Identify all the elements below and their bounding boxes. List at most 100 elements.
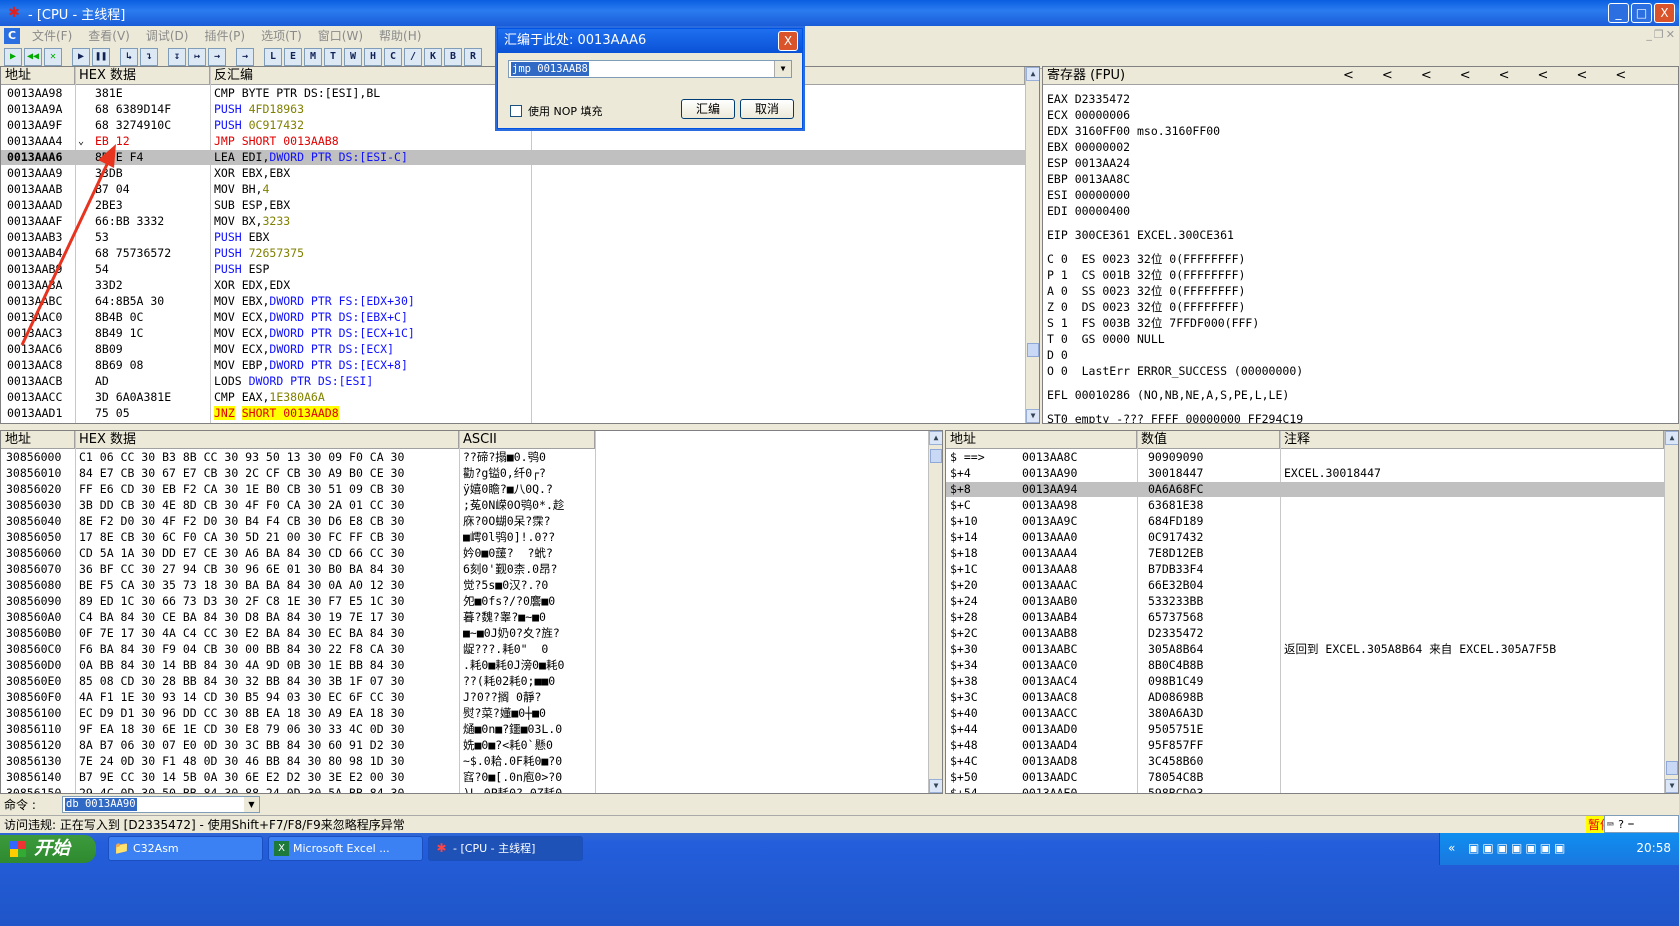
run-button[interactable]: ▶ bbox=[72, 47, 90, 66]
tray-icons[interactable]: ▣▣▣▣▣▣▣ bbox=[1468, 841, 1568, 855]
call-stack-button[interactable]: K bbox=[424, 47, 442, 66]
stack-pane[interactable]: 地址 数值 注释 $ ==> 0013AA8C 90909090 $+4 0013AA9… bbox=[945, 430, 1679, 794]
disasm-row[interactable]: 0013AAA6 8D7E F4 LEA EDI,DWORD PTR DS:[ESI… bbox=[1, 150, 1025, 165]
open-button[interactable]: ▶ bbox=[4, 47, 22, 66]
dump-row[interactable]: 30856070 36 BF CC 30 27 94 CB 30 96 6E 01… bbox=[1, 562, 928, 577]
dump-row[interactable]: 308560F0 4A F1 1E 30 93 14 CD 30 B5 94 03… bbox=[1, 690, 928, 705]
stack-row[interactable]: $+4 0013AA90 30018447 EXCEL.30018447 bbox=[946, 466, 1664, 481]
disasm-row[interactable]: 0013AAD1 75 05 JNZ SHORT 0013AAD8 bbox=[1, 406, 1025, 421]
handles-window-button[interactable]: H bbox=[364, 47, 382, 66]
stop-button[interactable]: ✕ bbox=[44, 47, 62, 66]
memory-dump-pane[interactable]: 地址 HEX 数据 ASCII 30856000 C1 06 CC 30 B3 8… bbox=[0, 430, 943, 794]
dump-row[interactable]: 30856120 8A B7 06 30 07 E0 0D 30 3C BB 84… bbox=[1, 738, 928, 753]
register-line[interactable]: EBX 00000002 bbox=[1047, 139, 1303, 155]
chevron-left-icon[interactable]: < bbox=[1460, 67, 1471, 84]
command-input-text[interactable]: db 0013AA90 bbox=[65, 798, 137, 811]
stack-row[interactable]: $+1C 0013AAA8 B7DB33F4 bbox=[946, 562, 1664, 577]
dump-row[interactable]: 30856150 29 4C 0D 30 50 BB 84 30 88 24 0D… bbox=[1, 786, 928, 793]
mdi-restore-icon[interactable]: ❐ bbox=[1654, 28, 1664, 41]
minimize-icon[interactable]: ⎯ bbox=[1628, 817, 1634, 831]
step-over-button[interactable]: ↴ bbox=[140, 47, 158, 66]
chevron-down-icon[interactable]: ▼ bbox=[774, 61, 791, 77]
disasm-row[interactable]: 0013AABC 64:8B5A 30 MOV EBX,DWORD PTR FS:[… bbox=[1, 294, 1025, 309]
stack-row[interactable]: $+20 0013AAAC 66E32B04 bbox=[946, 578, 1664, 593]
stack-row[interactable]: $+C 0013AA98 63681E38 bbox=[946, 498, 1664, 513]
execute-till-return-button[interactable]: → bbox=[208, 47, 226, 66]
step-into-button[interactable]: ↳ bbox=[120, 47, 138, 66]
pause-button[interactable]: ❚❚ bbox=[92, 47, 110, 66]
dump-header-hex[interactable]: HEX 数据 bbox=[75, 431, 459, 449]
patches-window-button[interactable]: / bbox=[404, 47, 422, 66]
disasm-header-address[interactable]: 地址 bbox=[1, 67, 75, 85]
menu-options[interactable]: 选项(T) bbox=[253, 27, 310, 44]
windows-window-button[interactable]: W bbox=[344, 47, 362, 66]
language-bar[interactable]: ⌨ ? ⎯ bbox=[1604, 815, 1679, 833]
dump-row[interactable]: 30856000 C1 06 CC 30 B3 8B CC 30 93 50 13… bbox=[1, 450, 928, 465]
dump-row[interactable]: 308560D0 0A BB 84 30 14 BB 84 30 4A 9D 0B… bbox=[1, 658, 928, 673]
scroll-down-icon[interactable]: ▼ bbox=[1026, 409, 1039, 423]
dump-header-address[interactable]: 地址 bbox=[1, 431, 75, 449]
register-line[interactable]: C 0 ES 0023 32位 0(FFFFFFFF) bbox=[1047, 251, 1303, 267]
stack-header-comment[interactable]: 注释 bbox=[1280, 431, 1664, 449]
stack-row[interactable]: $+14 0013AAA0 0C917432 bbox=[946, 530, 1664, 545]
chevron-left-icon[interactable]: < bbox=[1615, 67, 1626, 84]
chevron-left-icon[interactable]: < bbox=[1421, 67, 1432, 84]
register-line[interactable]: EFL 00010286 (NO,NB,NE,A,S,PE,L,LE) bbox=[1047, 387, 1303, 403]
disasm-row[interactable]: 0013AAA9 33DB XOR EBX,EBX bbox=[1, 166, 1025, 181]
menu-debug[interactable]: 调试(D) bbox=[138, 27, 197, 44]
stack-row[interactable]: $+48 0013AAD4 95F857FF bbox=[946, 738, 1664, 753]
chevron-down-icon[interactable]: ▼ bbox=[244, 797, 259, 812]
assemble-button[interactable]: 汇编 bbox=[681, 99, 735, 119]
chevron-left-icon[interactable]: < bbox=[1499, 67, 1510, 84]
disasm-row[interactable]: 0013AAB3 53 PUSH EBX bbox=[1, 230, 1025, 245]
stack-row[interactable]: $+18 0013AAA4 7E8D12EB bbox=[946, 546, 1664, 561]
dump-row[interactable]: 308560A0 C4 BA 84 30 CE BA 84 30 D8 BA 84… bbox=[1, 610, 928, 625]
menu-file[interactable]: 文件(F) bbox=[24, 27, 80, 44]
minimize-button[interactable]: _ bbox=[1608, 3, 1629, 23]
register-line[interactable]: ECX 00000006 bbox=[1047, 107, 1303, 123]
stack-row[interactable]: $+28 0013AAB4 65737568 bbox=[946, 610, 1664, 625]
cpu-window-button[interactable]: C bbox=[384, 47, 402, 66]
trace-over-button[interactable]: ↦ bbox=[188, 47, 206, 66]
mdi-close-icon[interactable]: ✕ bbox=[1666, 28, 1675, 41]
stack-scrollbar[interactable]: ▲ ▼ bbox=[1664, 431, 1678, 793]
dump-scrollbar[interactable]: ▲ ▼ bbox=[928, 431, 942, 793]
disasm-row[interactable]: 0013AAC8 8B69 08 MOV EBP,DWORD PTR DS:[ECX… bbox=[1, 358, 1025, 373]
stack-row[interactable]: $+2C 0013AAB8 D2335472 bbox=[946, 626, 1664, 641]
register-line[interactable]: ST0 empty -??? FFFF 00000000 FF294C19 bbox=[1047, 411, 1303, 423]
dump-row[interactable]: 30856090 89 ED 1C 30 66 73 D3 30 2F C8 1E… bbox=[1, 594, 928, 609]
mdi-minimize-icon[interactable]: _ bbox=[1646, 28, 1652, 41]
keyboard-icon[interactable]: ⌨ bbox=[1607, 818, 1614, 831]
register-line[interactable]: D 0 bbox=[1047, 347, 1303, 363]
command-input[interactable]: db 0013AA90 ▼ bbox=[62, 796, 260, 813]
checkbox-box[interactable] bbox=[510, 105, 522, 117]
dump-row[interactable]: 30856140 B7 9E CC 30 14 5B 0A 30 6E E2 D2… bbox=[1, 770, 928, 785]
register-line[interactable]: T 0 GS 0000 NULL bbox=[1047, 331, 1303, 347]
register-line[interactable]: Z 0 DS 0023 32位 0(FFFFFFFF) bbox=[1047, 299, 1303, 315]
register-line[interactable]: O 0 LastErr ERROR_SUCCESS (00000000) bbox=[1047, 363, 1303, 379]
dump-row[interactable]: 30856130 7E 24 0D 30 F1 48 0D 30 46 BB 84… bbox=[1, 754, 928, 769]
stack-row[interactable]: $+44 0013AAD0 9505751E bbox=[946, 722, 1664, 737]
chevron-left-icon[interactable]: < bbox=[1576, 67, 1587, 84]
dialog-close-button[interactable]: X bbox=[778, 31, 798, 51]
stack-row[interactable]: $+40 0013AACC 380A6A3D bbox=[946, 706, 1664, 721]
stack-row[interactable]: $+34 0013AAC0 8B0C4B8B bbox=[946, 658, 1664, 673]
chevron-left-icon[interactable]: < bbox=[1343, 67, 1354, 84]
stack-row[interactable]: $+30 0013AABC 305A8B64 返回到 EXCEL.305A8B64 来… bbox=[946, 642, 1664, 657]
scroll-down-icon[interactable]: ▼ bbox=[1665, 779, 1678, 793]
chevron-left-icon[interactable]: < bbox=[1538, 67, 1549, 84]
disasm-row[interactable]: 0013AACC 3D 6A0A381E CMP EAX,1E380A6A bbox=[1, 390, 1025, 405]
stack-row[interactable]: $+4C 0013AAD8 3C458B60 bbox=[946, 754, 1664, 769]
modules-window-button[interactable]: E bbox=[284, 47, 302, 66]
dialog-title-bar[interactable]: 汇编于此处: 0013AAA6 X bbox=[498, 29, 802, 53]
assemble-dialog[interactable]: 汇编于此处: 0013AAA6 X jmp 0013AAB8 ▼ 使用 NOP … bbox=[497, 28, 803, 129]
dump-row[interactable]: 308560B0 0F 7E 17 30 4A C4 CC 30 E2 BA 84… bbox=[1, 626, 928, 641]
trace-into-button[interactable]: ↧ bbox=[168, 47, 186, 66]
tray-expand-icon[interactable]: « bbox=[1448, 841, 1455, 855]
task-debugger[interactable]: ✱ - [CPU - 主线程] bbox=[428, 836, 583, 861]
memory-window-button[interactable]: M bbox=[304, 47, 322, 66]
dump-row[interactable]: 30856010 84 E7 CB 30 67 E7 CB 30 2C CF CB… bbox=[1, 466, 928, 481]
menu-plugins[interactable]: 插件(P) bbox=[196, 27, 253, 44]
dump-row[interactable]: 30856080 BE F5 CA 30 35 73 18 30 BA BA 84… bbox=[1, 578, 928, 593]
scroll-down-icon[interactable]: ▼ bbox=[929, 779, 942, 793]
